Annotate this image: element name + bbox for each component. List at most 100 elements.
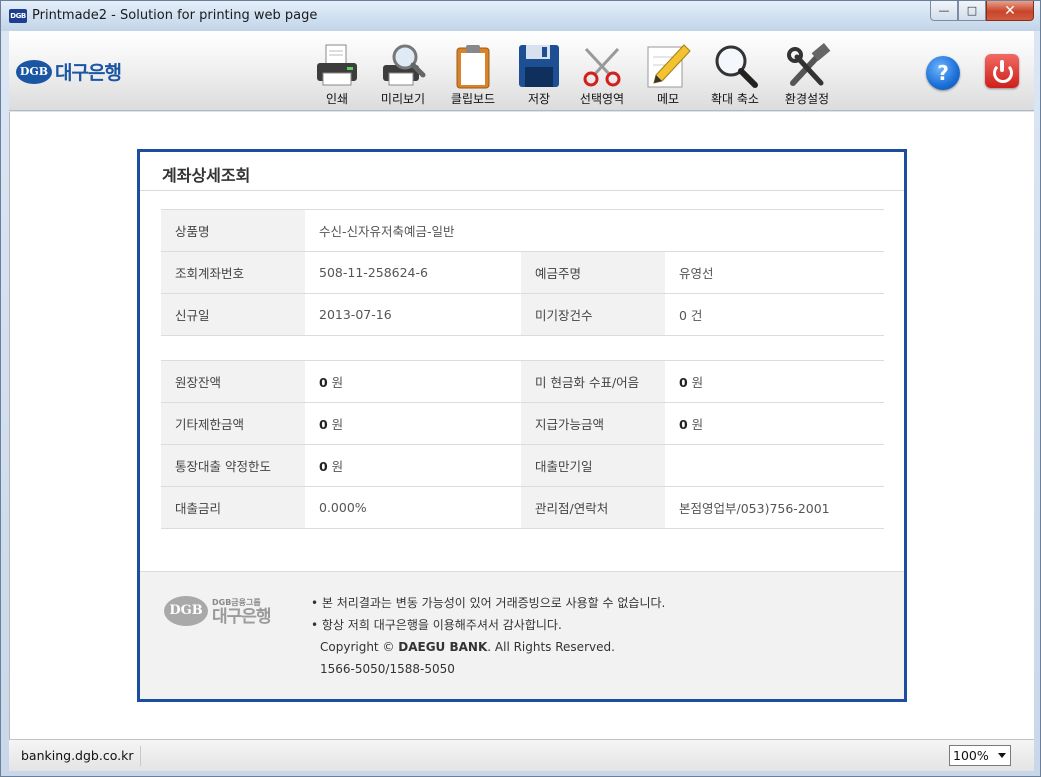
close-icon: ✕	[1004, 2, 1016, 19]
preview-label: 미리보기	[380, 92, 426, 106]
account-detail-card: 계좌상세조회 상품명 수신-신자유저축예금-일반 조회계좌번호 508-11-2…	[137, 149, 907, 702]
magnifier-icon	[711, 43, 759, 89]
ledger-balance-cell: 0 원	[305, 360, 521, 403]
zoom-label: 확대 축소	[711, 92, 759, 106]
title-divider	[140, 190, 904, 191]
footer-logo-text: DGB금융그룹 대구은행	[212, 597, 272, 627]
notice-line: 항상 저희 대구은행을 이용해주셔서 감사합니다.	[311, 614, 665, 636]
clipboard-label: 클립보드	[450, 92, 496, 106]
footer-notices: 본 처리결과는 변동 가능성이 있어 거래증빙으로 사용할 수 없습니다. 항상…	[311, 592, 665, 680]
floppy-disk-icon	[515, 43, 563, 89]
won-unit: 원	[687, 375, 704, 390]
settings-button[interactable]: 환경설정	[777, 43, 837, 107]
won-unit: 원	[327, 375, 344, 390]
help-button[interactable]: ?	[926, 56, 960, 90]
won-unit: 원	[687, 417, 704, 432]
branch-label: 관리점/연락처	[521, 486, 665, 529]
brand-logo-mark: DGB	[16, 59, 52, 84]
select-area-label: 선택영역	[579, 92, 625, 106]
table-row: 신규일 2013-07-16 미기장건수 0 건	[161, 293, 884, 336]
overdraft-cell: 0 원	[305, 444, 521, 487]
power-button[interactable]	[985, 54, 1019, 88]
holder-value: 유영선	[665, 251, 884, 294]
won-unit: 원	[327, 417, 344, 432]
table-row: 기타제한금액 0 원 지급가능금액 0 원	[161, 402, 884, 445]
footer-logo-mark: DGB	[164, 596, 208, 626]
select-area-button[interactable]: 선택영역	[572, 43, 632, 107]
footer-logo: DGB DGB금융그룹 대구은행	[164, 596, 272, 627]
copyright-bank: DAEGU BANK	[398, 640, 488, 654]
save-label: 저장	[527, 92, 551, 106]
ledger-balance-value: 0	[319, 375, 328, 390]
open-date-label: 신규일	[161, 293, 305, 336]
clipboard-icon	[449, 43, 497, 89]
open-date-value: 2013-07-16	[305, 293, 521, 336]
brand-logo-text: 대구은행	[55, 62, 122, 84]
preview-button[interactable]: 미리보기	[373, 43, 433, 107]
table-row: 조회계좌번호 508-11-258624-6 예금주명 유영선	[161, 251, 884, 294]
print-preview-area: 계좌상세조회 상품명 수신-신자유저축예금-일반 조회계좌번호 508-11-2…	[9, 112, 1034, 739]
holder-label: 예금주명	[521, 251, 665, 294]
payable-cell: 0 원	[665, 402, 884, 445]
window-title: Printmade2 - Solution for printing web p…	[32, 8, 318, 23]
ledger-balance-label: 원장잔액	[161, 360, 305, 403]
question-mark-icon: ?	[937, 61, 949, 85]
product-value: 수신-신자유저축예금-일반	[305, 209, 884, 252]
printer-icon	[313, 43, 361, 89]
contact-phones: 1566-5050/1588-5050	[320, 662, 455, 676]
settings-label: 환경설정	[784, 92, 830, 106]
status-url: banking.dgb.co.kr	[15, 746, 141, 766]
card-footer: DGB DGB금융그룹 대구은행 본 처리결과는 변동 가능성이 있어 거래증빙…	[140, 571, 904, 699]
minimize-icon: —	[938, 4, 950, 17]
uncashed-label: 미 현금화 수표/어음	[521, 360, 665, 403]
brand-logo: DGB 대구은행	[16, 58, 122, 85]
zoom-value: 100%	[953, 748, 989, 763]
page-title: 계좌상세조회	[162, 166, 251, 185]
other-limit-value: 0	[319, 417, 328, 432]
maximize-button[interactable]: □	[958, 1, 986, 21]
scissors-icon	[578, 43, 626, 89]
unposted-value: 0 건	[665, 293, 884, 336]
zoom-button[interactable]: 확대 축소	[702, 43, 768, 107]
copyright-suffix: . All Rights Reserved.	[487, 640, 615, 654]
branch-value: 본점영업부/053)756-2001	[665, 486, 884, 529]
uncashed-value: 0	[679, 375, 688, 390]
other-limit-cell: 0 원	[305, 402, 521, 445]
memo-label: 메모	[656, 92, 680, 106]
memo-button[interactable]: 메모	[638, 43, 698, 107]
other-limit-label: 기타제한금액	[161, 402, 305, 445]
footer-logo-group: DGB금융그룹	[212, 597, 261, 607]
title-bar: DGB Printmade2 - Solution for printing w…	[1, 1, 1040, 31]
status-bar: banking.dgb.co.kr 100%	[9, 739, 1034, 771]
unposted-label: 미기장건수	[521, 293, 665, 336]
print-button[interactable]: 인쇄	[307, 43, 367, 107]
footer-logo-bank: 대구은행	[212, 606, 272, 627]
table-row: 상품명 수신-신자유저축예금-일반	[161, 209, 884, 252]
loan-maturity-value	[665, 444, 884, 487]
account-number-value: 508-11-258624-6	[305, 251, 521, 294]
table-row: 대출금리 0.000% 관리점/연락처 본점영업부/053)756-2001	[161, 486, 884, 529]
account-info-table: 상품명 수신-신자유저축예금-일반 조회계좌번호 508-11-258624-6…	[161, 209, 884, 336]
print-preview-icon	[379, 43, 427, 89]
loan-rate-label: 대출금리	[161, 486, 305, 529]
zoom-select[interactable]: 100%	[949, 745, 1011, 766]
payable-label: 지급가능금액	[521, 402, 665, 445]
won-unit: 원	[327, 459, 344, 474]
minimize-button[interactable]: —	[930, 1, 958, 21]
maximize-icon: □	[966, 4, 978, 17]
app-icon: DGB	[9, 9, 27, 23]
save-button[interactable]: 저장	[509, 43, 569, 107]
toolbar: DGB 대구은행 인쇄 미리보기 클립보드 저장 선택영역 메모 확대 축소 환…	[9, 31, 1034, 111]
balance-info-table: 원장잔액 0 원 미 현금화 수표/어음 0 원 기타제한금액 0 원 지급가능…	[161, 360, 884, 529]
close-button[interactable]: ✕	[986, 1, 1034, 21]
tools-icon	[783, 43, 831, 89]
print-label: 인쇄	[325, 92, 349, 106]
loan-maturity-label: 대출만기일	[521, 444, 665, 487]
overdraft-label: 통장대출 약정한도	[161, 444, 305, 487]
table-row: 통장대출 약정한도 0 원 대출만기일	[161, 444, 884, 487]
table-row: 원장잔액 0 원 미 현금화 수표/어음 0 원	[161, 360, 884, 403]
window-controls: — □ ✕	[930, 1, 1034, 21]
copyright-prefix: Copyright ©	[320, 640, 399, 654]
clipboard-button[interactable]: 클립보드	[443, 43, 503, 107]
product-label: 상품명	[161, 209, 305, 252]
